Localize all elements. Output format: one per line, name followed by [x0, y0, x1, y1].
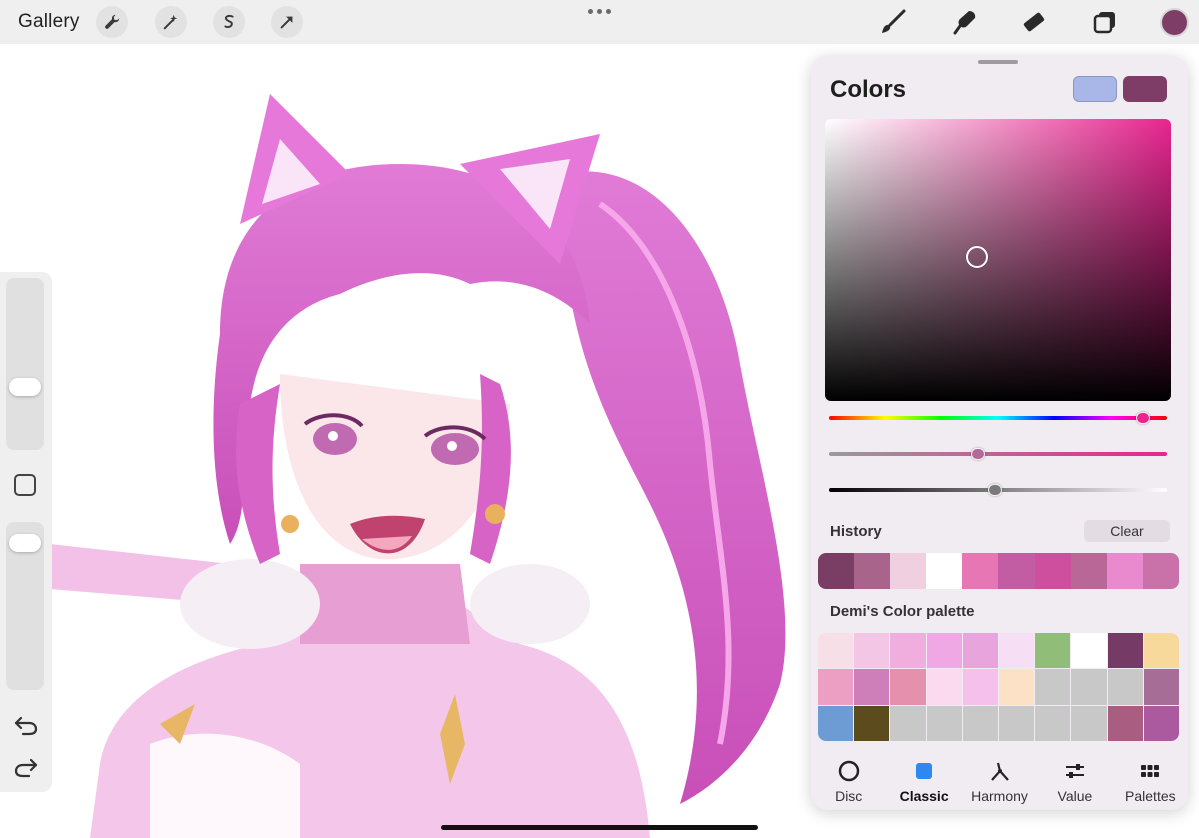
palette-swatch[interactable] [854, 705, 890, 741]
harmony-icon [989, 760, 1011, 782]
tab-label: Classic [899, 788, 949, 804]
color-palette-grid [818, 633, 1179, 741]
eraser-icon[interactable] [1019, 7, 1049, 37]
history-swatch[interactable] [926, 553, 963, 589]
palette-swatch[interactable] [818, 633, 854, 669]
palette-swatch[interactable] [1035, 633, 1071, 669]
left-sidebar [0, 272, 52, 792]
more-options-icon[interactable] [588, 9, 611, 14]
picker-cursor[interactable] [966, 246, 989, 269]
palette-label: Demi's Color palette [830, 603, 975, 620]
palette-swatch[interactable] [1107, 633, 1143, 669]
brightness-thumb[interactable] [987, 484, 1002, 496]
tab-palettes[interactable]: Palettes [1113, 750, 1188, 810]
undo-icon[interactable] [13, 714, 39, 736]
transform-arrow-icon[interactable] [271, 6, 303, 38]
palette-swatch[interactable] [818, 705, 854, 741]
palette-swatch[interactable] [962, 705, 998, 741]
palette-swatch[interactable] [926, 669, 962, 705]
palette-swatch[interactable] [1071, 669, 1107, 705]
hue-slider[interactable] [829, 412, 1167, 424]
panel-title: Colors [830, 76, 907, 103]
layers-icon[interactable] [1090, 7, 1120, 37]
palette-swatch[interactable] [1071, 705, 1107, 741]
palette-swatch[interactable] [926, 705, 962, 741]
actions-wrench-icon[interactable] [96, 6, 128, 38]
palette-swatch[interactable] [1035, 705, 1071, 741]
saturation-brightness-picker[interactable] [825, 119, 1171, 401]
palette-swatch[interactable] [1143, 633, 1179, 669]
palette-swatch[interactable] [854, 633, 890, 669]
panel-grabber[interactable] [978, 60, 1018, 64]
palette-swatch[interactable] [962, 669, 998, 705]
palette-swatch[interactable] [1107, 705, 1143, 741]
history-swatch[interactable] [1106, 553, 1143, 589]
disc-icon [838, 760, 860, 782]
saturation-thumb[interactable] [970, 448, 985, 460]
palette-swatch[interactable] [1107, 669, 1143, 705]
history-swatch[interactable] [818, 553, 855, 589]
palettes-grid-icon [1139, 760, 1161, 782]
home-indicator[interactable] [441, 825, 758, 830]
palette-swatch[interactable] [818, 669, 854, 705]
redo-icon[interactable] [13, 756, 39, 778]
opacity-slider[interactable] [6, 522, 44, 690]
tab-label: Palettes [1125, 788, 1176, 804]
palette-swatch[interactable] [1035, 669, 1071, 705]
tab-classic[interactable]: Classic [886, 750, 961, 810]
selection-icon[interactable] [213, 6, 245, 38]
adjustments-wand-icon[interactable] [155, 6, 187, 38]
brightness-slider[interactable] [829, 484, 1167, 496]
history-label: History [830, 523, 882, 540]
palette-swatch[interactable] [1071, 633, 1107, 669]
brush-icon[interactable] [878, 7, 908, 37]
palette-swatch[interactable] [1143, 705, 1179, 741]
tab-label: Harmony [971, 788, 1028, 804]
palette-swatch[interactable] [962, 633, 998, 669]
palette-swatch[interactable] [854, 669, 890, 705]
palette-swatch[interactable] [890, 669, 926, 705]
opacity-thumb[interactable] [9, 534, 41, 552]
palette-swatch[interactable] [999, 705, 1035, 741]
palette-swatch[interactable] [1143, 669, 1179, 705]
gallery-button[interactable]: Gallery [18, 11, 80, 33]
palette-swatch[interactable] [890, 633, 926, 669]
tab-label: Value [1057, 788, 1093, 804]
smudge-icon[interactable] [950, 7, 980, 37]
brush-size-slider[interactable] [6, 278, 44, 450]
history-swatch[interactable] [890, 553, 927, 589]
secondary-color-swatch[interactable] [1073, 76, 1117, 102]
history-swatch[interactable] [1142, 553, 1179, 589]
tab-value[interactable]: Value [1037, 750, 1112, 810]
modify-button[interactable] [14, 474, 36, 496]
hue-thumb[interactable] [1136, 412, 1151, 424]
palette-swatch[interactable] [890, 705, 926, 741]
tab-disc[interactable]: Disc [811, 750, 886, 810]
palette-swatch[interactable] [999, 633, 1035, 669]
history-swatch[interactable] [854, 553, 891, 589]
top-toolbar: Gallery [0, 0, 1199, 44]
value-sliders-icon [1064, 760, 1086, 782]
saturation-slider[interactable] [829, 448, 1167, 460]
current-color-button[interactable] [1160, 8, 1189, 37]
classic-square-icon [913, 760, 935, 782]
clear-history-button[interactable]: Clear [1084, 520, 1170, 542]
brush-size-thumb[interactable] [9, 378, 41, 397]
history-swatch[interactable] [1034, 553, 1071, 589]
palette-swatch[interactable] [999, 669, 1035, 705]
history-swatch[interactable] [998, 553, 1035, 589]
history-swatch[interactable] [962, 553, 999, 589]
tab-harmony[interactable]: Harmony [962, 750, 1037, 810]
palette-swatch[interactable] [926, 633, 962, 669]
color-mode-tabs: Disc Classic Harmony Value Palettes [811, 750, 1188, 810]
history-swatches [818, 553, 1179, 589]
tab-label: Disc [835, 788, 863, 804]
primary-color-swatch[interactable] [1123, 76, 1167, 102]
history-swatch[interactable] [1070, 553, 1107, 589]
colors-panel: Colors History Clear Demi's Color palett… [811, 56, 1188, 810]
